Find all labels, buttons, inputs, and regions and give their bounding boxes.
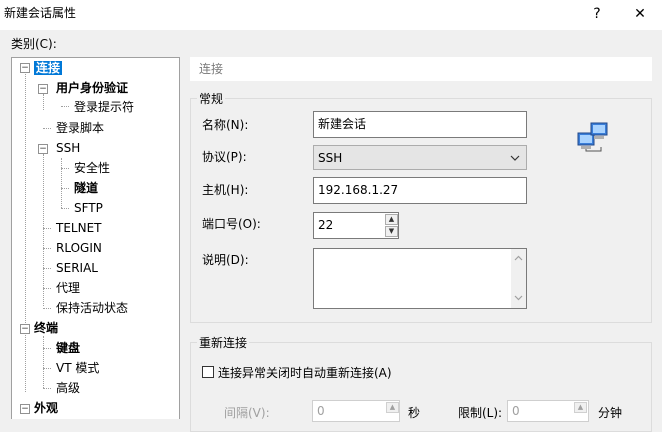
tree-item-sftp[interactable]: SFTP [74, 199, 103, 217]
port-down-arrow[interactable]: ▼ [385, 226, 398, 237]
network-computers-icon [577, 122, 608, 152]
category-label: 类别(C): [11, 37, 57, 51]
interval-value: 0 [317, 404, 325, 418]
host-input[interactable]: 192.168.1.27 [313, 177, 527, 204]
tree-item-keepalive[interactable]: 保持活动状态 [56, 299, 128, 317]
name-input[interactable]: 新建会话 [313, 111, 527, 138]
host-label: 主机(H): [202, 183, 249, 197]
tree-item-security[interactable]: 安全性 [74, 159, 110, 177]
interval-up-arrow[interactable]: ▲ [386, 402, 399, 413]
title-bar [0, 0, 662, 30]
close-button[interactable]: ✕ [625, 2, 655, 26]
desc-label: 说明(D): [202, 253, 249, 267]
tree-item-appearance[interactable]: 外观 [34, 399, 58, 417]
tree-item-terminal[interactable]: 终端 [34, 319, 58, 337]
protocol-value: SSH [318, 151, 343, 165]
chevron-down-icon [510, 155, 520, 161]
limit-value: 0 [512, 404, 520, 418]
window-title: 新建会话属性 [4, 6, 77, 20]
tree-item-vt-mode[interactable]: VT 模式 [56, 359, 99, 377]
interval-label: 间隔(V): [224, 406, 270, 420]
tree-item-ssh[interactable]: SSH [56, 139, 80, 157]
category-tree[interactable]: − 连接 − 用户身份验证 登录提示符 登录脚本 − SSH 安全性 隧道 SF… [11, 57, 180, 419]
name-label: 名称(N): [202, 118, 249, 132]
protocol-label: 协议(P): [202, 150, 247, 164]
collapse-icon[interactable]: − [20, 63, 30, 73]
auto-reconnect-label: 连接异常关闭时自动重新连接(A) [218, 366, 392, 380]
desc-textarea[interactable] [313, 248, 527, 309]
general-group-title: 常规 [197, 90, 226, 107]
interval-unit: 秒 [408, 406, 421, 420]
limit-label: 限制(L): [458, 406, 503, 420]
panel-header: 连接 [190, 57, 652, 81]
limit-up-arrow[interactable]: ▲ [574, 402, 587, 413]
desc-scrollbar[interactable] [511, 249, 526, 308]
port-up-arrow[interactable]: ▲ [385, 214, 398, 225]
tree-item-rlogin[interactable]: RLOGIN [56, 239, 102, 257]
tree-item-serial[interactable]: SERIAL [56, 259, 98, 277]
protocol-select[interactable]: SSH [313, 145, 527, 170]
collapse-icon[interactable]: − [20, 404, 30, 414]
scroll-down-icon [514, 295, 523, 301]
reconnect-group-title: 重新连接 [197, 334, 250, 351]
tree-item-login-scripts[interactable]: 登录脚本 [56, 119, 104, 137]
auto-reconnect-checkbox[interactable] [202, 366, 214, 378]
limit-unit: 分钟 [598, 406, 623, 420]
tree-item-proxy[interactable]: 代理 [56, 279, 80, 297]
tree-item-user-auth[interactable]: 用户身份验证 [56, 79, 128, 97]
tree-item-keyboard[interactable]: 键盘 [56, 339, 80, 357]
collapse-icon[interactable]: − [38, 84, 48, 94]
port-label: 端口号(O): [202, 217, 261, 231]
tree-item-telnet[interactable]: TELNET [56, 219, 102, 237]
collapse-icon[interactable]: − [38, 144, 48, 154]
tree-item-login-prompts[interactable]: 登录提示符 [74, 98, 134, 116]
tree-item-tunnel[interactable]: 隧道 [74, 179, 98, 197]
scroll-up-icon [514, 255, 523, 261]
collapse-icon[interactable]: − [20, 324, 30, 334]
help-button[interactable]: ? [582, 2, 612, 26]
tree-item-advanced[interactable]: 高级 [56, 379, 80, 397]
port-value: 22 [318, 218, 334, 232]
tree-item-connection[interactable]: 连接 [34, 59, 63, 77]
